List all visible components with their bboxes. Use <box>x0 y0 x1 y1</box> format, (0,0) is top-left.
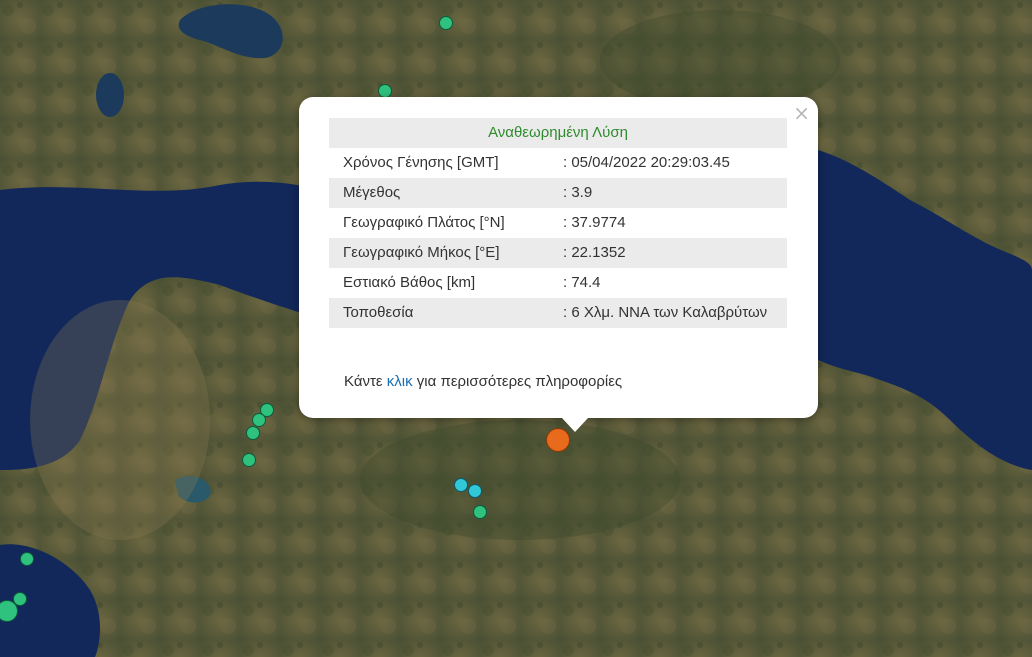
earthquake-marker[interactable] <box>473 505 487 519</box>
earthquake-info-popup: × Αναθεωρημένη Λύση Χρόνος Γένησης [GMT]… <box>299 97 818 432</box>
row-label: Εστιακό Βάθος [km] <box>329 268 551 298</box>
row-label: Γεωγραφικό Μήκος [°E] <box>329 238 551 268</box>
popup-title: Αναθεωρημένη Λύση <box>329 118 787 148</box>
info-row-location: Τοποθεσία : 6 Χλμ. ΝΝΑ των Καλαβρύτων <box>329 298 787 328</box>
mountain-ridge <box>600 10 840 110</box>
info-row-depth: Εστιακό Βάθος [km] : 74.4 <box>329 268 787 298</box>
row-label: Χρόνος Γένησης [GMT] <box>329 148 551 178</box>
earthquake-marker[interactable] <box>439 16 453 30</box>
earthquake-marker[interactable] <box>252 413 266 427</box>
earthquake-marker[interactable] <box>20 552 34 566</box>
row-label: Μέγεθος <box>329 178 551 208</box>
row-value: : 3.9 <box>551 178 787 208</box>
row-value: : 6 Χλμ. ΝΝΑ των Καλαβρύτων <box>551 298 787 328</box>
row-value: : 05/04/2022 20:29:03.45 <box>551 148 787 178</box>
row-value: : 22.1352 <box>551 238 787 268</box>
info-row-latitude: Γεωγραφικό Πλάτος [°N] : 37.9774 <box>329 208 787 238</box>
earthquake-marker[interactable] <box>454 478 468 492</box>
earthquake-marker[interactable] <box>468 484 482 498</box>
close-icon[interactable]: × <box>793 103 810 123</box>
earthquake-info-table: Αναθεωρημένη Λύση Χρόνος Γένησης [GMT] :… <box>329 118 787 328</box>
small-lake-water <box>96 73 124 117</box>
info-row-origin-time: Χρόνος Γένησης [GMT] : 05/04/2022 20:29:… <box>329 148 787 178</box>
popup-footer: Κάντε κλικ για περισσότερες πληροφορίες <box>344 373 622 390</box>
earthquake-marker[interactable] <box>242 453 256 467</box>
mountain-ridge <box>360 420 680 540</box>
row-label: Τοποθεσία <box>329 298 551 328</box>
info-row-longitude: Γεωγραφικό Μήκος [°E] : 22.1352 <box>329 238 787 268</box>
earthquake-marker[interactable] <box>378 84 392 98</box>
plain-area <box>30 300 210 540</box>
popup-pointer <box>562 418 588 432</box>
earthquake-marker[interactable] <box>246 426 260 440</box>
info-row-magnitude: Μέγεθος : 3.9 <box>329 178 787 208</box>
more-info-link[interactable]: κλικ <box>387 373 413 390</box>
row-value: : 74.4 <box>551 268 787 298</box>
footer-text: Κάντε <box>344 373 387 390</box>
row-label: Γεωγραφικό Πλάτος [°N] <box>329 208 551 238</box>
footer-text: για περισσότερες πληροφορίες <box>412 373 623 390</box>
row-value: : 37.9774 <box>551 208 787 238</box>
